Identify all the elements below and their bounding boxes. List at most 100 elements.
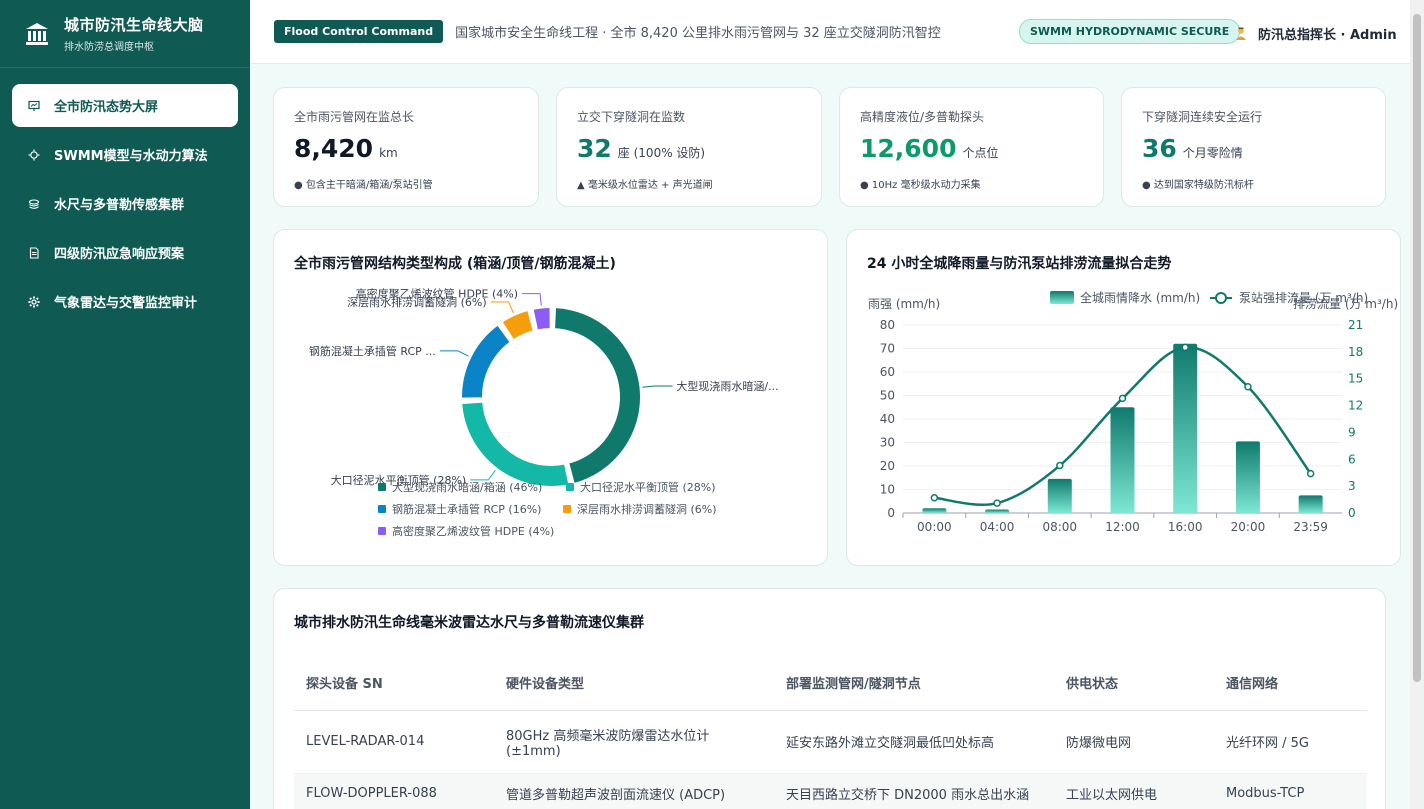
rainfall-bar bbox=[1235, 441, 1260, 513]
sidebar-item-swmm[interactable]: SWMM模型与水动力算法 bbox=[12, 133, 238, 176]
legend-swatch bbox=[378, 527, 386, 535]
y2-tick-label: 6 bbox=[1348, 452, 1356, 466]
stat-card-tunnels: 立交下穿隧洞在监数 32 座 (100% 设防) ▲ 毫米级水位雷达 + 声光道闸 bbox=[556, 87, 822, 207]
legend-swatch bbox=[566, 483, 574, 491]
pump-flow-point bbox=[1181, 343, 1189, 352]
y2-tick-label: 0 bbox=[1348, 506, 1356, 520]
pump-flow-point bbox=[1306, 469, 1315, 478]
y-tick-label: 0 bbox=[887, 506, 895, 520]
brand: 城市防汛生命线大脑 排水防涝总调度中枢 bbox=[0, 0, 250, 68]
gear-icon bbox=[28, 296, 40, 307]
stat-label: 全市雨污管网在监总长 bbox=[294, 110, 415, 124]
pump-flow-point bbox=[1056, 461, 1064, 470]
stat-label: 高精度液位/多普勒探头 bbox=[860, 110, 985, 124]
stat-unit: 个月零险情 bbox=[1182, 146, 1243, 160]
panel-title: 城市排水防汛生命线毫米波雷达水尺与多普勒流速仪集群 bbox=[294, 615, 644, 631]
sensor-table-panel: 城市排水防汛生命线毫米波雷达水尺与多普勒流速仪集群 探头设备 SN 硬件设备类型… bbox=[273, 588, 1386, 809]
sidebar-item-label: 气象雷达与交警监控审计 bbox=[54, 296, 198, 311]
stat-label: 下穿隧洞连续安全运行 bbox=[1142, 110, 1263, 124]
scrollbar-thumb[interactable] bbox=[1413, 14, 1421, 682]
donut-leader-line bbox=[490, 301, 514, 314]
user-name: 防汛总指挥长 · Admin bbox=[1258, 28, 1397, 43]
donut-leader-line bbox=[470, 470, 496, 481]
column-header: 硬件设备类型 bbox=[494, 656, 774, 711]
x-tick-label: 16:00 bbox=[1168, 520, 1203, 534]
sidebar-item-label: SWMM模型与水动力算法 bbox=[54, 149, 208, 164]
y-tick-label: 20 bbox=[880, 459, 895, 473]
pipe-structure-donut-chart: 大型现浇雨水暗涵/... 大口径泥水平衡顶管 (28%) 钢筋混凝土承插管 RCP … bbox=[309, 287, 779, 538]
table-cell: Modbus-TCP bbox=[1214, 773, 1367, 809]
status-badge: SWMM HYDRODYNAMIC SECURE bbox=[1019, 19, 1241, 44]
y2-tick-label: 18 bbox=[1348, 345, 1363, 359]
sidebar-item-label: 水尺与多普勒传感集群 bbox=[54, 198, 185, 213]
y2-tick-label: 9 bbox=[1348, 425, 1356, 439]
stat-number: 32 bbox=[577, 134, 612, 163]
stat-value: 12,600 个点位 bbox=[860, 134, 999, 163]
presentation-icon bbox=[28, 100, 40, 111]
y-tick-label: 80 bbox=[880, 318, 895, 332]
top-header: Flood Control Command 国家城市安全生命线工程 · 全市 8… bbox=[250, 0, 1410, 64]
table-header-row: 探头设备 SN 硬件设备类型 部署监测管网/隧洞节点 供电状态 通信网络 bbox=[294, 656, 1367, 711]
table-row[interactable]: FLOW-DOPPLER-088 管道多普勒超声波剖面流速仪 (ADCP) 天目… bbox=[294, 773, 1367, 809]
stat-unit: km bbox=[379, 146, 398, 160]
command-tag: Flood Control Command bbox=[274, 20, 444, 43]
stat-number: 12,600 bbox=[860, 134, 957, 163]
stat-note: ● 达到国家特级防汛标杆 bbox=[1142, 180, 1254, 191]
sidebar-item-label: 四级防汛应急响应预案 bbox=[54, 247, 185, 262]
sidebar-item-sensors[interactable]: 水尺与多普勒传感集群 bbox=[12, 182, 238, 225]
stat-note: ▲ 毫米级水位雷达 + 声光道闸 bbox=[577, 180, 713, 191]
sidebar-item-emergency-plan[interactable]: 四级防汛应急响应预案 bbox=[12, 231, 238, 274]
legend-label: 大口径泥水平衡顶管 (28%) bbox=[580, 480, 716, 494]
legend-label: 泵站强排流量 (万 m³/h) bbox=[1239, 291, 1368, 305]
table-row[interactable]: LEVEL-RADAR-014 80GHz 高频毫米波防爆雷达水位计 (±1mm… bbox=[294, 710, 1367, 774]
x-tick-label: 20:00 bbox=[1231, 520, 1266, 534]
stat-unit: 个点位 bbox=[962, 146, 999, 160]
stat-value: 8,420 km bbox=[294, 134, 398, 163]
x-tick-label: 08:00 bbox=[1042, 520, 1077, 534]
table-cell: 光纤环网 / 5G bbox=[1214, 710, 1367, 774]
document-icon bbox=[29, 246, 39, 259]
commander-avatar-icon bbox=[1236, 27, 1246, 40]
legend-label: 大型现浇雨水暗涵/箱涵 (46%) bbox=[392, 480, 542, 494]
donut-leader-line bbox=[522, 293, 542, 306]
donut-slice-label: 大型现浇雨水暗涵/... bbox=[676, 379, 778, 393]
y-tick-label: 50 bbox=[880, 389, 895, 403]
legend-label: 高密度聚乙烯波纹管 HDPE (4%) bbox=[392, 524, 554, 538]
sidebar: 城市防汛生命线大脑 排水防涝总调度中枢 全市防汛态势大屏 SWMM模型与水动力算… bbox=[0, 0, 250, 809]
sidebar-item-radar-audit[interactable]: 气象雷达与交警监控审计 bbox=[12, 280, 238, 323]
rainfall-pump-panel: 24 小时全城降雨量与防汛泵站排涝流量拟合走势 0 10 20 30 40 50 60 70 8… bbox=[846, 229, 1401, 566]
sun-gear-icon bbox=[28, 149, 40, 160]
column-header: 通信网络 bbox=[1214, 656, 1367, 711]
rainfall-bar bbox=[985, 509, 1010, 513]
y-axis-title: 雨强 (mm/h) bbox=[868, 297, 940, 311]
rainfall-bar bbox=[1173, 343, 1198, 513]
legend-marker bbox=[1215, 292, 1227, 304]
y-tick-label: 40 bbox=[880, 412, 895, 426]
donut-slice bbox=[460, 400, 571, 488]
sensor-table: 探头设备 SN 硬件设备类型 部署监测管网/隧洞节点 供电状态 通信网络 LEV… bbox=[294, 656, 1367, 809]
donut-leader-line bbox=[642, 385, 673, 388]
pump-flow-point bbox=[1244, 383, 1252, 391]
column-header: 部署监测管网/隧洞节点 bbox=[774, 656, 1054, 711]
donut-slice bbox=[553, 306, 642, 486]
stat-card-safe-operation: 下穿隧洞连续安全运行 36 个月零险情 ● 达到国家特级防汛标杆 bbox=[1121, 87, 1386, 207]
rainfall-bar bbox=[1110, 407, 1135, 513]
sidebar-item-dashboard[interactable]: 全市防汛态势大屏 bbox=[12, 84, 238, 127]
column-header: 探头设备 SN bbox=[294, 656, 494, 711]
page-scrollbar[interactable] bbox=[1410, 0, 1424, 809]
table-cell: 天目西路立交桥下 DN2000 雨水总出水涵 bbox=[774, 773, 1054, 809]
stat-value: 32 座 (100% 设防) bbox=[577, 134, 705, 163]
table-cell: 80GHz 高频毫米波防爆雷达水位计 (±1mm) bbox=[494, 710, 774, 774]
landmark-icon bbox=[26, 22, 48, 45]
user-menu[interactable]: 防汛总指挥长 · Admin bbox=[1234, 24, 1397, 43]
pump-flow-point bbox=[1118, 394, 1127, 403]
rainfall-bar bbox=[922, 508, 947, 513]
x-tick-label: 04:00 bbox=[980, 520, 1015, 534]
table-cell: LEVEL-RADAR-014 bbox=[294, 710, 494, 774]
y2-tick-label: 12 bbox=[1348, 399, 1363, 413]
y2-tick-label: 3 bbox=[1348, 479, 1356, 493]
y2-tick-label: 21 bbox=[1348, 318, 1363, 332]
table-cell: FLOW-DOPPLER-088 bbox=[294, 773, 494, 809]
y-tick-label: 70 bbox=[880, 342, 895, 356]
stat-number: 36 bbox=[1142, 134, 1177, 163]
